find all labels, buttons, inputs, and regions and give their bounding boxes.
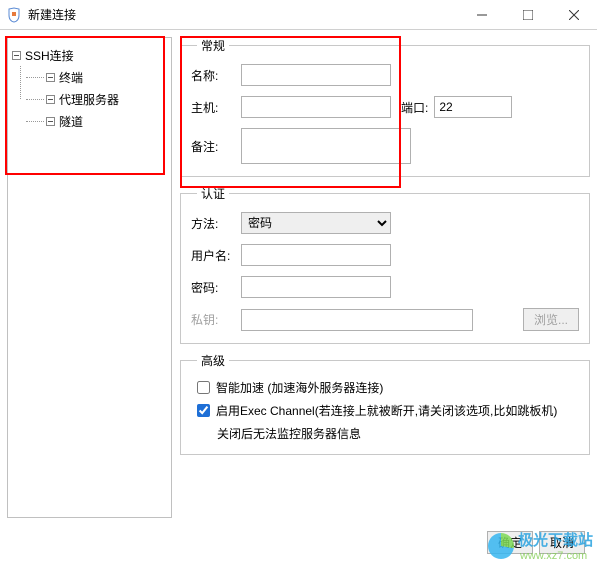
tree-item-tunnel[interactable]: 隧道: [26, 110, 167, 132]
port-label: 端口:: [401, 99, 428, 116]
host-label: 主机:: [191, 99, 241, 116]
smart-accel-label: 智能加速 (加速海外服务器连接): [216, 379, 383, 396]
method-select[interactable]: 密码: [241, 212, 391, 234]
advanced-group: 高级 智能加速 (加速海外服务器连接) 启用Exec Channel(若连接上就…: [180, 352, 590, 455]
close-button[interactable]: [551, 0, 597, 29]
collapse-icon[interactable]: [46, 95, 55, 104]
tree-item-terminal[interactable]: 终端: [26, 66, 167, 88]
remark-label: 备注:: [191, 138, 241, 155]
collapse-icon[interactable]: [46, 73, 55, 82]
name-input[interactable]: [241, 64, 391, 86]
advanced-legend: 高级: [197, 352, 229, 369]
exec-channel-label: 启用Exec Channel(若连接上就被断开,请关闭该选项,比如跳板机): [216, 402, 557, 419]
tree-item-label: 代理服务器: [59, 91, 119, 108]
tree-branch-icon: [26, 77, 44, 78]
ok-button[interactable]: 确定: [487, 531, 533, 554]
tree-item-label: 隧道: [59, 113, 83, 130]
user-label: 用户名:: [191, 247, 241, 264]
host-input[interactable]: [241, 96, 391, 118]
privkey-label: 私钥:: [191, 311, 241, 328]
privkey-input: [241, 309, 473, 331]
password-input[interactable]: [241, 276, 391, 298]
maximize-button[interactable]: [505, 0, 551, 29]
tree-branch-icon: [26, 121, 44, 122]
general-group: 常规 名称: 主机: 端口: 备注:: [180, 37, 590, 177]
general-legend: 常规: [197, 37, 229, 54]
exec-channel-checkbox[interactable]: [197, 404, 210, 417]
window-controls: [459, 0, 597, 29]
tree-root-label: SSH连接: [25, 47, 74, 64]
remark-input[interactable]: [241, 128, 411, 164]
password-label: 密码:: [191, 279, 241, 296]
tree-item-proxy[interactable]: 代理服务器: [26, 88, 167, 110]
collapse-icon[interactable]: [12, 51, 21, 60]
name-label: 名称:: [191, 67, 241, 84]
auth-group: 认证 方法: 密码 用户名: 密码: 私钥: 浏览...: [180, 185, 590, 344]
browse-button: 浏览...: [523, 308, 579, 331]
tree-branch-icon: [26, 99, 44, 100]
tree-item-label: 终端: [59, 69, 83, 86]
connection-tree: SSH连接 终端 代理服务器 隧道: [7, 37, 172, 518]
advanced-note: 关闭后无法监控服务器信息: [217, 425, 579, 442]
smart-accel-checkbox[interactable]: [197, 381, 210, 394]
port-input[interactable]: [434, 96, 512, 118]
user-input[interactable]: [241, 244, 391, 266]
minimize-button[interactable]: [459, 0, 505, 29]
tree-root-ssh[interactable]: SSH连接: [12, 44, 167, 66]
cancel-button[interactable]: 取消: [539, 531, 585, 554]
window-title: 新建连接: [28, 6, 459, 23]
titlebar: 新建连接: [0, 0, 597, 30]
auth-legend: 认证: [197, 185, 229, 202]
java-duke-icon: [6, 7, 22, 23]
collapse-icon[interactable]: [46, 117, 55, 126]
method-label: 方法:: [191, 215, 241, 232]
